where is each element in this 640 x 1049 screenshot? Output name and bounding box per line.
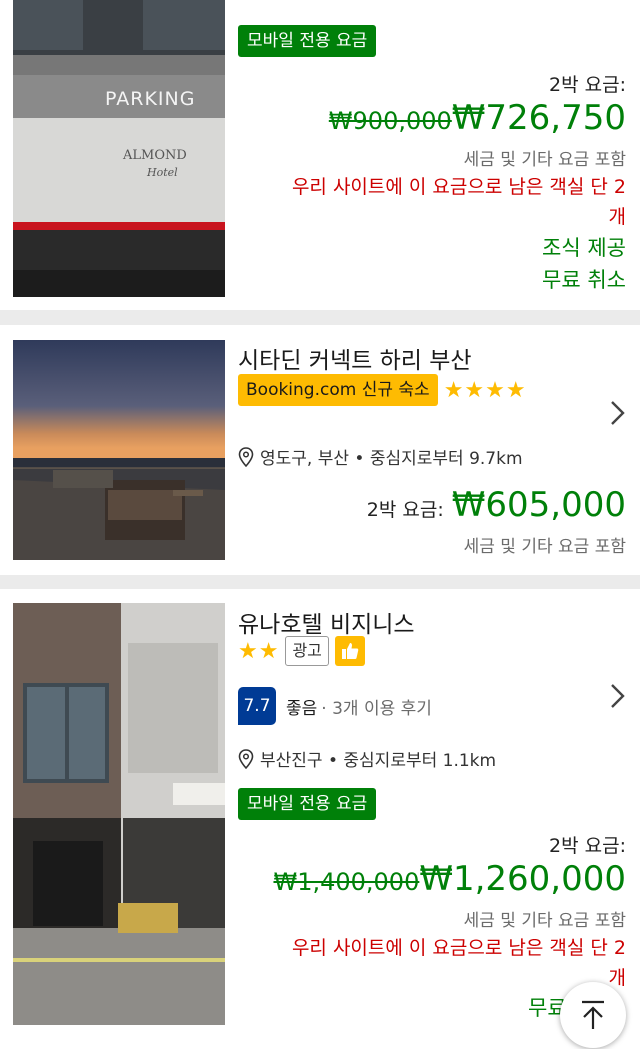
map-pin-icon [238, 446, 254, 467]
perk-breakfast: 조식 제공 [542, 236, 626, 260]
discounted-price: ₩726,750 [451, 98, 626, 138]
map-pin-icon [238, 748, 254, 769]
hotel-photo[interactable]: PARKING ALMOND Hotel [13, 0, 225, 297]
mobile-only-badge: 모바일 전용 요금 [238, 25, 377, 57]
tax-note: 세금 및 기타 요금 포함 [463, 150, 626, 170]
hotel-photo[interactable] [13, 340, 225, 560]
original-price: ₩900,000 [328, 107, 452, 135]
scarcity-warning: 우리 사이트에 이 요금으로 남은 객실 단 2 개 [292, 172, 626, 232]
price-row: ₩900,000₩726,750 [329, 98, 626, 138]
review-word: 좋음 [286, 698, 318, 719]
scarcity-warning: 우리 사이트에 이 요금으로 남은 객실 단 2 개 [292, 933, 626, 993]
original-price: ₩1,400,000 [273, 868, 420, 896]
tax-note: 세금 및 기타 요금 포함 [463, 911, 626, 931]
perk-free-cancel: 무료 취소 [542, 268, 626, 292]
hotel-logo-text: ALMOND [123, 148, 187, 163]
price-label: 2박 요금: [366, 499, 444, 521]
scarcity-warning-line1: 우리 사이트에 이 요금으로 남은 객실 단 2 [291, 176, 626, 198]
discounted-price: ₩1,260,000 [419, 859, 626, 899]
parking-sign: PARKING [105, 88, 196, 110]
location-text: 영도구, 부산 • 중심지로부터 9.7km [260, 449, 523, 469]
star-rating: ★★★★ [443, 377, 527, 403]
review-row: 7.7 좋음 · 3개 이용 후기 [238, 687, 432, 725]
hotel-card-citadines[interactable]: 시타딘 커넥트 하리 부산 Booking.com 신규 숙소 ★★★★ 영도구… [0, 325, 640, 575]
price: ₩605,000 [451, 485, 626, 525]
arrow-up-icon [582, 1000, 604, 1029]
tax-note: 세금 및 기타 요금 포함 [463, 537, 626, 557]
hotel-name[interactable]: 시타딘 커넥트 하리 부산 [238, 341, 472, 375]
location-row: 영도구, 부산 • 중심지로부터 9.7km [238, 444, 523, 469]
location-text: 부산진구 • 중심지로부터 1.1km [260, 751, 497, 771]
review-count: · 3개 이용 후기 [321, 698, 432, 719]
price-row: 2박 요금: ₩605,000 [367, 485, 626, 525]
hotel-logo-subtext: Hotel [147, 166, 178, 179]
thumbs-up-icon [334, 636, 365, 666]
rating-row: Booking.com 신규 숙소 ★★★★ [238, 374, 527, 406]
star-rating: ★★ [238, 638, 280, 664]
price-label: 2박 요금: [549, 835, 626, 857]
new-property-badge: Booking.com 신규 숙소 [238, 374, 438, 406]
location-row: 부산진구 • 중심지로부터 1.1km [238, 746, 496, 771]
hotel-card-yuna[interactable]: 유나호텔 비지니스 ★★ 광고 7.7 좋음 · 3개 이용 후기 부산진구 •… [0, 589, 640, 1049]
mobile-only-badge: 모바일 전용 요금 [238, 788, 377, 820]
hotel-photo[interactable] [13, 603, 225, 1025]
scroll-to-top-button[interactable] [560, 982, 626, 1048]
review-score: 7.7 [238, 687, 276, 725]
chevron-right-icon[interactable] [608, 399, 626, 427]
scarcity-warning-line2: 개 [608, 206, 626, 228]
chevron-right-icon[interactable] [608, 682, 626, 710]
ad-label: 광고 [285, 636, 329, 666]
price-label: 2박 요금: [549, 74, 626, 96]
rating-row: ★★ 광고 [238, 636, 365, 666]
price-row: ₩1,400,000₩1,260,000 [273, 859, 626, 899]
hotel-name[interactable]: 유나호텔 비지니스 [238, 605, 415, 639]
hotel-card-almond[interactable]: PARKING ALMOND Hotel 모바일 전용 요금 2박 요금: ₩9… [0, 0, 640, 310]
scarcity-warning-line1: 우리 사이트에 이 요금으로 남은 객실 단 2 [291, 937, 626, 959]
